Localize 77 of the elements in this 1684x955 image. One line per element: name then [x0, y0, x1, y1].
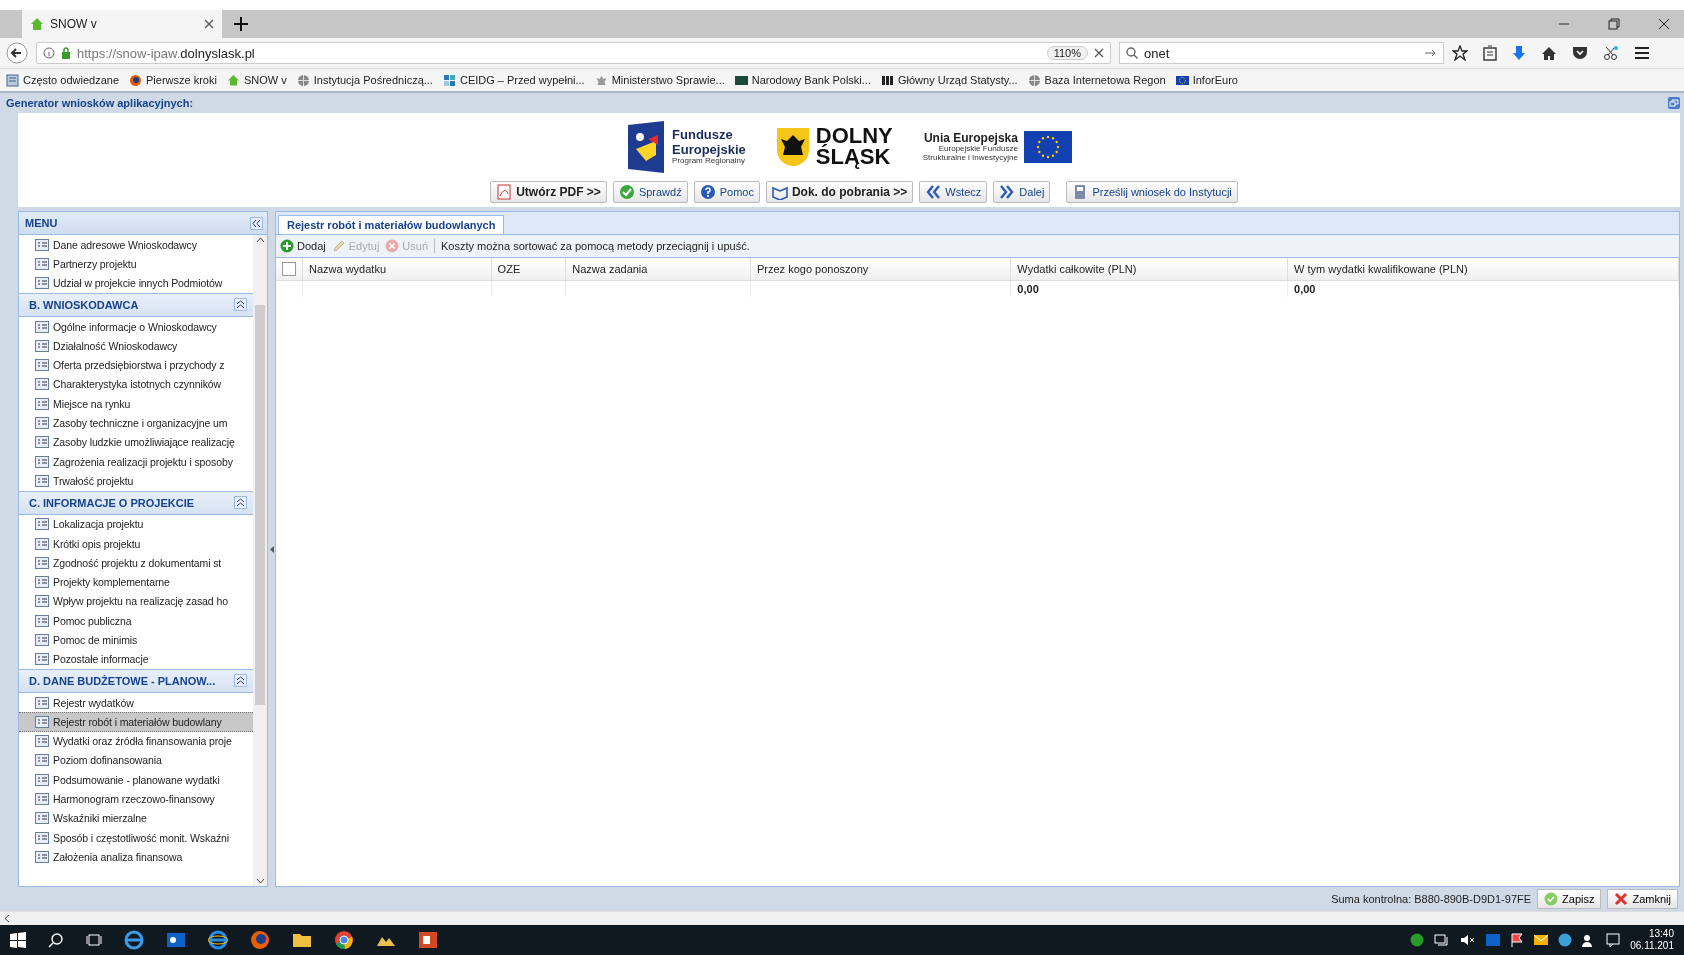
browser-tab[interactable]: SNOW v [22, 10, 222, 38]
menu-item[interactable]: Pomoc de minimis [19, 630, 253, 650]
bookmark[interactable]: Główny Urząd Statysty... [880, 73, 1018, 87]
menu-item[interactable]: Wydatki oraz źródła finansowania proje [19, 731, 253, 751]
zoom-level[interactable]: 110% [1046, 46, 1088, 60]
column-header[interactable]: Nazwa zadania [565, 258, 751, 281]
toolbar-button[interactable]: Pomoc [693, 181, 760, 203]
menu-item[interactable]: Oferta przedsiębiorstwa i przychody z [19, 355, 253, 375]
section-header[interactable]: C. INFORMACJE O PROJEKCIE [19, 490, 253, 515]
menu-item[interactable]: Wskaźniki mierzalne [19, 808, 253, 828]
menu-item[interactable]: Ogólne informacje o Wnioskodawcy [19, 316, 253, 337]
bookmark[interactable]: Często odwiedzane [6, 73, 119, 87]
bookmark[interactable]: Pierwsze kroki [129, 73, 217, 87]
menu-item[interactable]: Rejestr robót i materiałów budowlany [19, 712, 253, 732]
column-header[interactable]: Nazwa wydatku [302, 258, 492, 281]
logo-text: Europejskie Fundusze [938, 144, 1018, 153]
menu-item[interactable]: Udział w projekcie innych Podmiotów [19, 273, 253, 293]
menu-item[interactable]: Podsumowanie - planowane wydatki [19, 770, 253, 790]
status-button[interactable]: Zapisz [1537, 889, 1602, 909]
clock[interactable]: 13:40 06.11.201 [1630, 928, 1674, 952]
logo-text: Unia Europejska [923, 131, 1018, 145]
status-button[interactable]: Zamknij [1607, 889, 1678, 909]
menu-item[interactable]: Pomoc publiczna [19, 611, 253, 631]
toolbar-button[interactable]: Dalej [993, 181, 1051, 203]
checksum-text: Suma kontrolna: B880-890B-D9D1-97FE [1331, 893, 1532, 905]
action-button[interactable]: Dodaj [280, 239, 326, 253]
menu-item[interactable]: Założenia analiza finansowa [19, 847, 253, 867]
menu-item[interactable]: Zagrożenia realizacji projektu i sposoby [19, 451, 253, 472]
logo-text: Strukturalne i Inwestycyjne [922, 153, 1018, 163]
menu-item[interactable]: Miejsce na rynku [19, 394, 253, 414]
column-header[interactable]: OZE [491, 258, 566, 281]
panel-tab[interactable]: Rejestr robót i materiałów budowlanych [278, 215, 505, 234]
bookmark[interactable]: Ministerstwo Sprawie... [594, 73, 725, 87]
column-header[interactable]: Przez kogo ponoszony [750, 258, 1011, 281]
section-header[interactable]: D. DANE BUDŻETOWE - PLANOW... [19, 668, 253, 693]
menu-item[interactable]: Poziom dofinansowania [19, 750, 253, 771]
menu-item[interactable]: Projekty komplementarne [19, 572, 253, 592]
address-field[interactable]: https://snow-ipaw.dolnyslask.pl 110% [36, 42, 1111, 64]
menu-item[interactable]: Harmonogram rzeczowo-finansowy [19, 789, 253, 809]
bookmark[interactable]: CEIDG – Przed wypełni... [442, 73, 585, 87]
logo-text: Program Regionalny [672, 156, 745, 166]
bookmark[interactable]: Narodowy Bank Polski... [734, 73, 871, 87]
toolbar-button[interactable]: Utwórz PDF >> [490, 181, 607, 203]
search-field[interactable]: onet [1119, 42, 1444, 64]
hint-text: Koszty można sortować za pomocą metody przeciągnij i upuść. [441, 240, 750, 252]
menu-item[interactable]: Wpływ projektu na realizację zasad ho [19, 591, 253, 612]
menu-item[interactable]: Charakterystyka istotnych czynników [19, 374, 253, 395]
bookmark[interactable]: Baza Internetowa Regon [1027, 73, 1166, 87]
logo-text: Europejskie [672, 142, 746, 157]
menu-item[interactable]: Sposób i częstotliwość monit. Wskaźni [19, 828, 253, 848]
menu-item[interactable]: Działalność Wnioskodawcy [19, 336, 253, 356]
menu-item[interactable]: Dane adresowe Wnioskodawcy [19, 235, 253, 255]
toolbar-button[interactable]: Wstecz [919, 181, 988, 203]
logo-text: Fundusze [672, 128, 734, 143]
column-header[interactable]: W tym wydatki kwalifikowane (PLN) [1287, 258, 1679, 281]
total-value: 0,00 [1294, 283, 1316, 295]
menu-item[interactable]: Krótki opis projektu [19, 533, 253, 554]
menu-item[interactable]: Zgodność projektu z dokumentami st [19, 553, 253, 573]
app-title: Generator wniosków aplikacyjnych: [6, 97, 194, 109]
menu-item[interactable]: Pozostałe informacje [19, 649, 253, 669]
total-value: 0,00 [1017, 283, 1039, 295]
toolbar-button[interactable]: Prześlij wniosek do Instytucji [1066, 181, 1238, 203]
column-header[interactable]: Wydatki całkowite (PLN) [1010, 258, 1288, 281]
url-text: https://snow-ipaw.dolnyslask.pl [77, 45, 256, 61]
menu-item[interactable]: Trwałość projektu [19, 471, 253, 491]
bookmark[interactable]: InforEuro [1175, 73, 1238, 87]
sidebar-title: MENU [25, 217, 58, 229]
menu-item[interactable]: Zasoby techniczne i organizacyjne um [19, 413, 253, 433]
menu-item[interactable]: Rejestr wydatków [19, 692, 253, 713]
toolbar-button[interactable]: Sprawdź [612, 181, 688, 203]
menu-item[interactable]: Partnerzy projektu [19, 254, 253, 274]
bookmark[interactable]: Instytucja Pośredniczą... [296, 73, 433, 87]
menu-item[interactable]: Lokalizacja projektu [19, 514, 253, 534]
menu-item[interactable]: Zasoby ludzkie umożliwiające realizację [19, 432, 253, 452]
bookmark[interactable]: SNOW v [226, 73, 287, 87]
section-header[interactable]: B. WNIOSKODAWCA [19, 292, 253, 317]
toolbar-button[interactable]: Dok. do pobrania >> [765, 181, 914, 203]
